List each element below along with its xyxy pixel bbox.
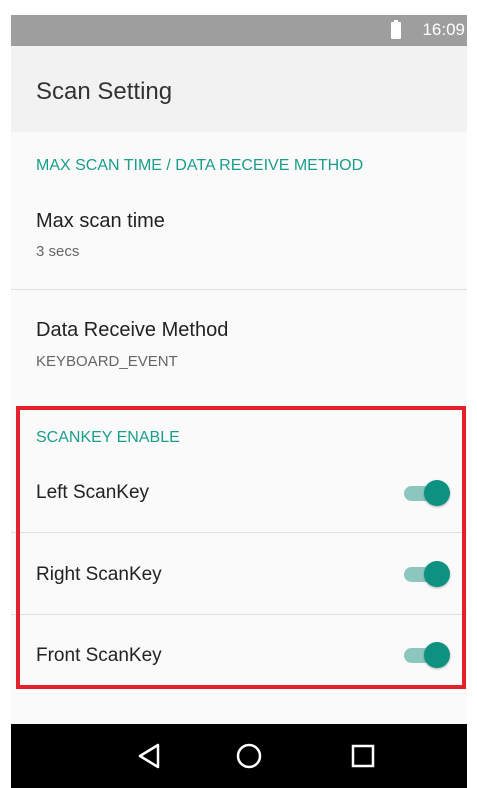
max-scan-time-summary: 3 secs: [36, 243, 80, 260]
max-scan-time-title: Max scan time: [36, 210, 165, 232]
status-time: 16:09: [422, 20, 465, 39]
screen: 16:09 Scan Setting MAX SCAN TIME / DATA …: [0, 0, 477, 788]
right-edge: [467, 0, 477, 788]
app-bar: Scan Setting: [11, 46, 471, 132]
data-receive-method-summary: KEYBOARD_EVENT: [36, 353, 178, 370]
navigation-bar: [11, 724, 471, 788]
highlight-box: [16, 406, 466, 689]
recents-square-icon[interactable]: [343, 740, 383, 772]
data-receive-method-title: Data Receive Method: [36, 319, 229, 341]
back-triangle-icon[interactable]: [130, 740, 170, 772]
page-title: Scan Setting: [36, 78, 173, 105]
divider: [11, 289, 471, 290]
status-bar: 16:09: [11, 15, 471, 46]
left-edge: [0, 0, 11, 788]
home-circle-icon[interactable]: [229, 740, 269, 772]
section-header-max-scan: MAX SCAN TIME / DATA RECEIVE METHOD: [36, 157, 364, 174]
battery-icon: [391, 20, 401, 39]
